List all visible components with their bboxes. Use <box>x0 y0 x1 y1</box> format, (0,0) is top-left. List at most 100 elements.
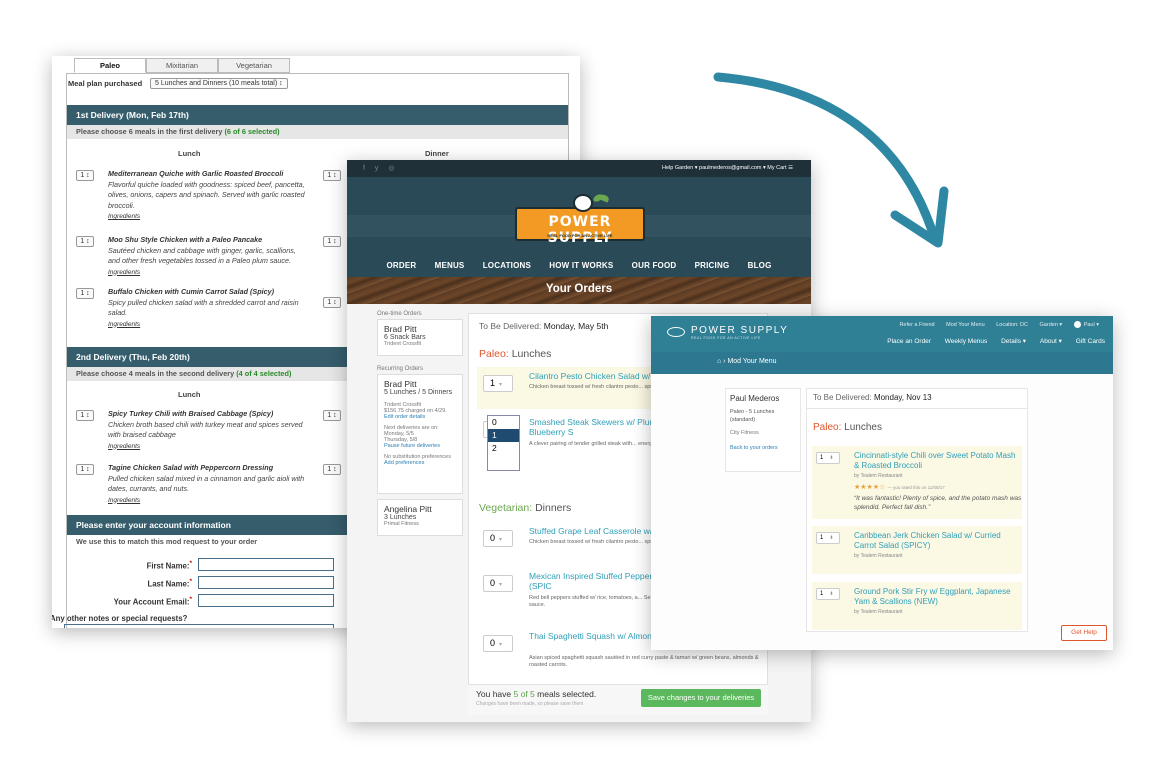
nav-blog[interactable]: BLOG <box>748 261 772 270</box>
qty-dropdown-open[interactable]: 0 1 2 <box>487 415 520 471</box>
mod-menu-link[interactable]: Mod Your Menu <box>946 322 985 328</box>
meal-title[interactable]: Cincinnati-style Chili over Sweet Potato… <box>854 451 1022 471</box>
power-supply-logo[interactable]: POWER SUPPLY REAL FOOD FOR AN ACTIVE LIF… <box>665 325 788 340</box>
location-link[interactable]: Location: DC <box>996 322 1028 328</box>
refer-friend-link[interactable]: Refer a Friend <box>899 322 934 328</box>
selection-footer: You have 5 of 5 meals selected. Changes … <box>468 684 768 715</box>
meal-row: 1 ⬍ Caribbean Jerk Chicken Salad w/ Curri… <box>812 526 1022 574</box>
account-section-note: We use this to match this mod request to… <box>76 537 258 546</box>
order-detail: 3 Lunches <box>384 514 417 521</box>
first-name-label: First Name:* <box>146 560 192 571</box>
dinner-qty-select[interactable]: 1 ↕ <box>323 410 341 421</box>
plan-detail: Paleo - 5 Lunches (standard) <box>730 409 775 423</box>
about-menu[interactable]: About ▾ <box>1040 338 1062 345</box>
meal-qty-select[interactable]: 0 ▾ <box>483 530 513 547</box>
pause-deliveries-link[interactable]: Pause future deliveries <box>384 443 456 449</box>
main-nav: ORDER MENUS LOCATIONS HOW IT WORKS OUR F… <box>347 261 811 270</box>
dropdown-option-selected[interactable]: 1 <box>488 429 519 442</box>
meal-title[interactable]: Caribbean Jerk Chicken Salad w/ Curried … <box>854 531 1022 551</box>
lunch-qty-select[interactable]: 1 ↕ <box>76 464 94 475</box>
lunch-qty-select[interactable]: 1 ↕ <box>76 410 94 421</box>
utility-links: Refer a Friend Mod Your Menu Location: D… <box>889 321 1099 328</box>
add-preferences-link[interactable]: Add preferences <box>384 460 456 466</box>
lunch-qty-select[interactable]: 1 ↕ <box>76 236 94 247</box>
dropdown-option[interactable]: 2 <box>488 442 519 455</box>
ingredients-link[interactable]: Ingredients <box>108 443 140 450</box>
star-rating[interactable]: ★★★★☆ — you rated this on 11/08/17 <box>854 483 945 491</box>
place-order-link[interactable]: Place an Order <box>887 338 931 345</box>
meal-item: Buffalo Chicken with Cumin Carrot Salad … <box>108 287 308 330</box>
delivery-1-instructions: Please choose 6 meals in the first deliv… <box>67 125 568 139</box>
dinner-qty-select[interactable]: 1 ↕ <box>323 297 341 308</box>
meal-qty-select[interactable]: 1 ⬍ <box>816 588 840 600</box>
dropdown-option[interactable]: 0 <box>488 416 519 429</box>
weekly-menus-link[interactable]: Weekly Menus <box>945 338 988 345</box>
meal-description: Sautéed chicken and cabbage with ginger,… <box>108 245 296 266</box>
nav-pricing[interactable]: PRICING <box>695 261 730 270</box>
meal-qty-select[interactable]: 0 ▾ <box>483 635 513 652</box>
nav-order[interactable]: ORDER <box>386 261 416 270</box>
nav-our-food[interactable]: OUR FOOD <box>632 261 677 270</box>
meal-plan-select[interactable]: 5 Lunches and Dinners (10 meals total) ↕ <box>150 78 288 89</box>
meal-qty-select[interactable]: 1▾ <box>483 375 513 392</box>
order-name: Brad Pitt <box>384 324 417 334</box>
ingredients-link[interactable]: Ingredients <box>108 269 140 276</box>
email-input[interactable] <box>198 594 334 607</box>
lunch-column-header: Lunch <box>178 390 201 399</box>
delivery-2-count: (4 of 4 selected) <box>236 369 292 378</box>
details-menu[interactable]: Details ▾ <box>1001 338 1026 345</box>
main-links: Place an Order Weekly Menus Details ▾ Ab… <box>875 337 1105 345</box>
meal-qty-select[interactable]: 0 ▾ <box>483 575 513 592</box>
ingredients-link[interactable]: Ingredients <box>108 213 140 220</box>
meal-qty-select[interactable]: 1 ⬍ <box>816 532 840 544</box>
tab-vegetarian[interactable]: Vegetarian <box>218 58 290 73</box>
lunch-qty-select[interactable]: 1 ↕ <box>76 170 94 181</box>
first-name-input[interactable] <box>198 558 334 571</box>
get-help-button[interactable]: Get Help <box>1061 625 1107 641</box>
meal-qty-select[interactable]: 1 ⬍ <box>816 452 840 464</box>
gift-cards-link[interactable]: Gift Cards <box>1076 338 1105 345</box>
section-vegetarian-dinners: Vegetarian: Dinners <box>479 502 572 514</box>
logo-text: POWER SUPPLY <box>547 214 613 246</box>
ingredients-link[interactable]: Ingredients <box>108 321 140 328</box>
garden-menu[interactable]: Garden ▾ <box>1040 322 1063 328</box>
ingredients-link[interactable]: Ingredients <box>108 497 140 504</box>
meal-description: Pulled chicken salad mixed in a cinnamon… <box>108 473 305 494</box>
nav-how-it-works[interactable]: HOW IT WORKS <box>549 261 613 270</box>
last-name-input[interactable] <box>198 576 334 589</box>
delivery-date: To Be Delivered: Monday, May 5th <box>479 321 609 331</box>
unsaved-note: Changes have been made, so please save t… <box>476 701 584 707</box>
nav-locations[interactable]: LOCATIONS <box>483 261 531 270</box>
recurring-orders-label: Recurring Orders <box>377 366 424 372</box>
customer-name: Paul Mederos <box>730 394 780 403</box>
meal-name: Buffalo Chicken with Cumin Carrot Salad … <box>108 287 275 296</box>
nav-menus[interactable]: MENUS <box>435 261 465 270</box>
back-to-orders-link[interactable]: Back to your orders <box>730 445 796 451</box>
order-card-onetime[interactable]: Brad Pitt 6 Snack Bars Trident Crossfit <box>377 319 463 356</box>
breadcrumb-text[interactable]: ⌂ › Mod Your Menu <box>717 358 776 365</box>
page-title-banner: Your Orders <box>347 277 811 304</box>
dinner-qty-select[interactable]: 1 ↕ <box>323 464 341 475</box>
user-menu[interactable]: Paul ▾ <box>1073 321 1099 328</box>
order-card-other[interactable]: Angelina Pitt 3 Lunches Primal Fitness <box>377 499 463 536</box>
social-icons[interactable]: f y ◎ <box>363 164 398 172</box>
meal-item: Tagine Chicken Salad with Peppercorn Dre… <box>108 463 308 506</box>
dinner-qty-select[interactable]: 1 ↕ <box>323 236 341 247</box>
order-detail: 6 Snack Bars <box>384 334 426 341</box>
save-changes-button[interactable]: Save changes to your deliveries <box>641 689 761 707</box>
edit-order-link[interactable]: Edit order details <box>384 414 456 420</box>
meal-item: Mediterranean Quiche with Garlic Roasted… <box>108 169 308 223</box>
leaf-icon <box>598 193 610 203</box>
power-supply-logo[interactable]: POWER SUPPLY REAL FOOD FOR AN ACTIVE LIF… <box>515 192 645 246</box>
diet-tabs: Paleo Mixitarian Vegetarian <box>74 58 290 74</box>
tab-mixitarian[interactable]: Mixitarian <box>146 58 218 73</box>
tab-paleo[interactable]: Paleo <box>74 58 146 73</box>
lunch-qty-select[interactable]: 1 ↕ <box>76 288 94 299</box>
order-card-recurring[interactable]: Brad Pitt 5 Lunches / 5 Dinners Trident … <box>377 374 463 494</box>
meal-title[interactable]: Ground Pork Stir Fry w/ Eggplant, Japane… <box>854 587 1022 607</box>
rating-date: — you rated this on 11/08/17 <box>887 485 945 490</box>
meal-item: Spicy Turkey Chili with Braised Cabbage … <box>108 409 308 452</box>
meal-description: Flavorful quiche loaded with goodness: s… <box>108 179 305 210</box>
dinner-qty-select[interactable]: 1 ↕ <box>323 170 341 181</box>
notes-textarea[interactable] <box>64 624 334 628</box>
